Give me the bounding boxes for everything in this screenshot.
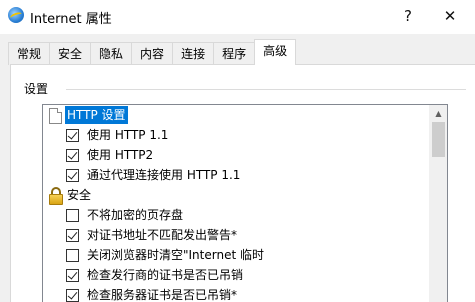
internet-globe-icon — [8, 7, 24, 23]
tab-privacy[interactable]: 隐私 — [90, 42, 133, 65]
title-bar: Internet 属性 ? ✕ — [0, 0, 475, 34]
setting-label: 使用 HTTP 1.1 — [87, 128, 169, 142]
vertical-scrollbar[interactable]: ▲ — [429, 105, 447, 302]
setting-label: 关闭浏览器时清空"Internet 临时 — [87, 248, 264, 262]
checkbox-checked[interactable] — [66, 269, 79, 282]
setting-label: 通过代理连接使用 HTTP 1.1 — [87, 168, 241, 182]
category-label: 安全 — [67, 188, 92, 202]
help-button[interactable]: ? — [392, 4, 424, 28]
lock-icon — [48, 187, 63, 205]
tab-general[interactable]: 常规 — [8, 42, 51, 65]
tab-advanced[interactable]: 高级 — [254, 39, 297, 65]
settings-group-label: 设置 — [24, 82, 49, 96]
tab-security[interactable]: 安全 — [49, 42, 92, 65]
checkbox-checked[interactable] — [66, 149, 79, 162]
group-divider — [66, 89, 466, 90]
category-label: HTTP 设置 — [65, 106, 128, 124]
setting-label: 不将加密的页存盘 — [87, 208, 184, 222]
setting-label: 对证书地址不匹配发出警告* — [87, 228, 238, 242]
checkbox-checked[interactable] — [66, 229, 79, 242]
tab-connections[interactable]: 连接 — [172, 42, 215, 65]
checkbox-checked[interactable] — [66, 169, 79, 182]
setting-label: 使用 HTTP2 — [87, 148, 154, 162]
scroll-up-arrow-icon[interactable]: ▲ — [430, 105, 447, 122]
tab-content[interactable]: 内容 — [131, 42, 174, 65]
document-icon — [49, 108, 62, 124]
settings-tree[interactable]: HTTP 设置 使用 HTTP 1.1 使用 HTTP2 通过代理连接使用 HT… — [42, 104, 448, 302]
internet-properties-dialog: Internet 属性 ? ✕ 常规 安全 隐私 内容 连接 程序 高级 设置 … — [0, 0, 475, 302]
checkbox-checked[interactable] — [66, 289, 79, 302]
advanced-tab-panel: 设置 HTTP 设置 使用 HTTP 1.1 使用 HTTP2 通过代理连接使用… — [10, 64, 475, 302]
tab-programs[interactable]: 程序 — [213, 42, 256, 65]
close-button[interactable]: ✕ — [434, 4, 466, 28]
setting-label: 检查服务器证书是否已吊销* — [87, 288, 238, 302]
window-title: Internet 属性 — [30, 12, 112, 27]
checkbox-unchecked[interactable] — [66, 249, 79, 262]
tab-strip: 常规 安全 隐私 内容 连接 程序 高级 — [8, 39, 297, 65]
checkbox-checked[interactable] — [66, 129, 79, 142]
scroll-thumb[interactable] — [432, 122, 445, 157]
setting-label: 检查发行商的证书是否已吊销 — [87, 268, 244, 282]
checkbox-unchecked[interactable] — [66, 209, 79, 222]
